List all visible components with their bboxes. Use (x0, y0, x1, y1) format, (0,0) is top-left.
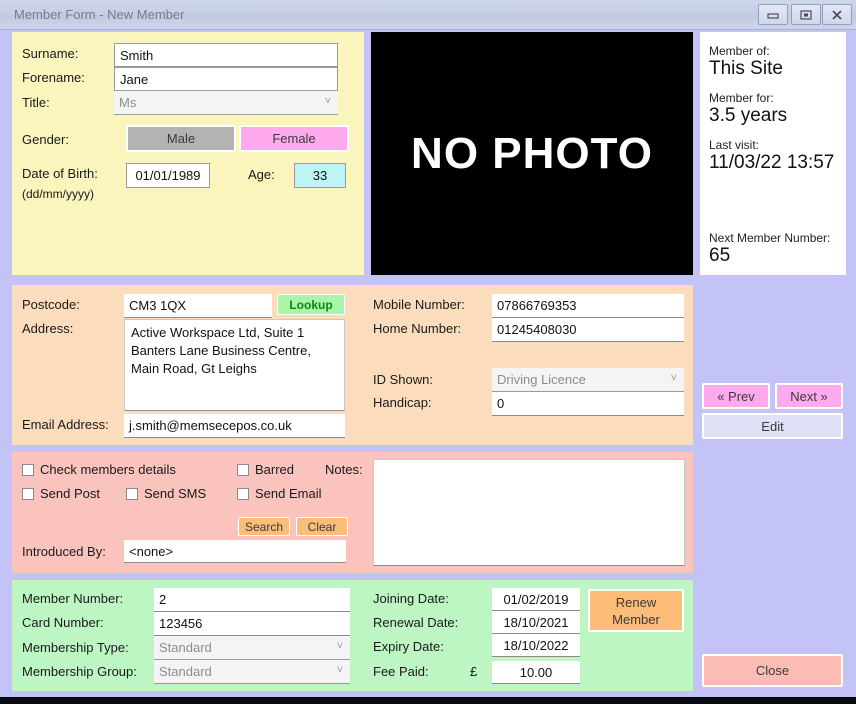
age-label: Age: (248, 167, 275, 182)
last-visit-value: 11/03/22 13:57 (709, 152, 835, 173)
next-member-button[interactable]: Next » (775, 383, 843, 409)
notes-textarea[interactable] (373, 459, 685, 566)
date-of-birth-label: Date of Birth: (22, 166, 98, 181)
fee-paid-input[interactable]: 10.00 (492, 661, 580, 684)
address-textarea[interactable]: Active Workspace Ltd, Suite 1 Banters La… (124, 319, 345, 411)
previous-member-button[interactable]: « Prev (702, 383, 770, 409)
gender-male-button[interactable]: Male (126, 125, 236, 152)
member-of-label: Member of: (709, 44, 770, 58)
renew-member-line2: Member (612, 611, 660, 627)
last-visit-label: Last visit: (709, 138, 760, 152)
membership-type-value: Standard (159, 640, 212, 655)
chevron-down-icon: ˅ (324, 95, 331, 108)
bottom-strip (0, 697, 856, 704)
clear-button[interactable]: Clear (296, 517, 348, 536)
mobile-label: Mobile Number: (373, 297, 465, 312)
close-button[interactable]: Close (702, 654, 843, 687)
renewal-date-input[interactable]: 18/10/2021 (492, 611, 580, 634)
id-shown-label: ID Shown: (373, 372, 433, 387)
edit-button[interactable]: Edit (702, 413, 843, 439)
surname-input[interactable]: Smith (114, 43, 338, 67)
search-button[interactable]: Search (238, 517, 290, 536)
handicap-label: Handicap: (373, 395, 432, 410)
send-post-label: Send Post (40, 486, 100, 501)
postcode-input[interactable]: CM3 1QX (124, 294, 272, 318)
card-number-label: Card Number: (22, 615, 104, 630)
id-shown-value: Driving Licence (497, 372, 586, 387)
home-number-label: Home Number: (373, 321, 462, 336)
home-number-input[interactable]: 01245408030 (492, 318, 684, 342)
member-for-value: 3.5 years (709, 105, 788, 126)
send-sms-checkbox[interactable] (126, 488, 138, 500)
handicap-input[interactable]: 0 (492, 392, 684, 416)
next-member-number-value: 65 (709, 245, 731, 266)
next-member-number-label: Next Member Number: (709, 231, 831, 245)
title-select[interactable]: Ms ˅ (114, 91, 338, 115)
member-for-label: Member for: (709, 91, 774, 105)
gender-female-button[interactable]: Female (239, 125, 349, 152)
chevron-down-icon: ˅ (336, 640, 343, 653)
no-photo-placeholder: NO PHOTO (411, 128, 653, 178)
postcode-lookup-button[interactable]: Lookup (277, 294, 345, 315)
forename-label: Forename: (22, 70, 85, 85)
member-number-label: Member Number: (22, 591, 124, 606)
age-value: 33 (294, 163, 346, 188)
chevron-down-icon: ˅ (670, 372, 677, 385)
title-label: Title: (22, 95, 50, 110)
window-title: Member Form - New Member (14, 7, 185, 22)
postcode-label: Postcode: (22, 297, 80, 312)
title-select-value: Ms (119, 95, 137, 110)
expiry-date-input[interactable]: 18/10/2022 (492, 634, 580, 657)
membership-group-select[interactable]: Standard ˅ (154, 660, 350, 684)
renewal-date-label: Renewal Date: (373, 615, 459, 630)
joining-date-label: Joining Date: (373, 591, 449, 606)
send-email-checkbox[interactable] (237, 488, 249, 500)
address-label: Address: (22, 321, 74, 336)
check-members-details-checkbox[interactable] (22, 464, 34, 476)
barred-label: Barred (255, 462, 295, 477)
membership-group-label: Membership Group: (22, 664, 137, 679)
notes-label: Notes: (325, 462, 363, 477)
forename-input[interactable]: Jane (114, 67, 338, 91)
renew-member-line1: Renew (615, 594, 657, 610)
member-photo-panel[interactable]: NO PHOTO (371, 32, 693, 275)
member-of-value: This Site (709, 58, 783, 79)
introduced-by-label: Introduced By: (22, 544, 106, 559)
member-form-window: Member Form - New Member Surname: Smith … (0, 0, 856, 704)
chevron-down-icon: ˅ (336, 664, 343, 677)
joining-date-input[interactable]: 01/02/2019 (492, 588, 580, 611)
membership-type-label: Membership Type: (22, 640, 129, 655)
barred-checkbox[interactable] (237, 464, 249, 476)
expiry-date-label: Expiry Date: (373, 639, 444, 654)
close-window-button[interactable] (822, 4, 852, 25)
membership-group-value: Standard (159, 664, 212, 679)
send-email-label: Send Email (255, 486, 322, 501)
renew-member-button[interactable]: Renew Member (588, 589, 684, 632)
date-of-birth-input[interactable]: 01/01/1989 (126, 163, 210, 188)
title-bar: Member Form - New Member (0, 0, 856, 30)
fee-paid-label: Fee Paid: (373, 664, 429, 679)
email-input[interactable]: j.smith@memsecepos.co.uk (124, 414, 345, 438)
restore-button[interactable] (791, 4, 821, 25)
card-number-input[interactable]: 123456 (154, 612, 350, 636)
date-of-birth-format-hint: (dd/mm/yyyy) (22, 187, 94, 201)
email-label: Email Address: (22, 417, 109, 432)
mobile-input[interactable]: 07866769353 (492, 294, 684, 318)
minimize-button[interactable] (758, 4, 788, 25)
check-members-details-label: Check members details (40, 462, 176, 477)
introduced-by-input[interactable]: <none> (124, 540, 346, 563)
gender-label: Gender: (22, 132, 69, 147)
send-sms-label: Send SMS (144, 486, 207, 501)
send-post-checkbox[interactable] (22, 488, 34, 500)
fee-currency-symbol: £ (470, 664, 478, 679)
membership-type-select[interactable]: Standard ˅ (154, 636, 350, 660)
surname-label: Surname: (22, 46, 79, 61)
id-shown-select[interactable]: Driving Licence ˅ (492, 368, 684, 392)
member-number-input[interactable]: 2 (154, 588, 350, 612)
